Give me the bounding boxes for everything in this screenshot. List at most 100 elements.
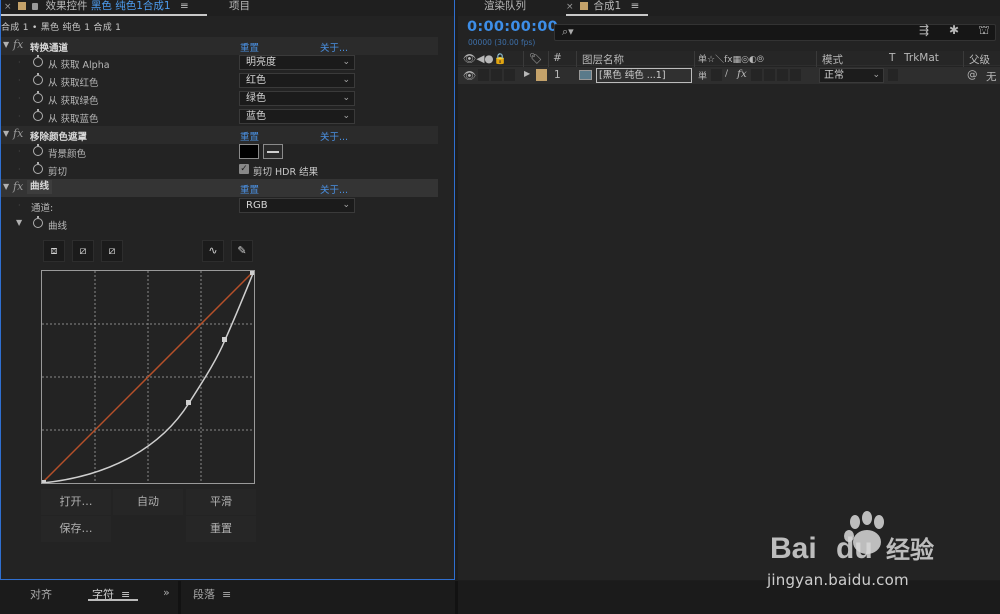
stopwatch-icon[interactable] [33, 91, 43, 103]
curve-endpoint[interactable] [250, 271, 254, 275]
reset-link[interactable]: 重置 [240, 40, 259, 54]
layer-adjustment-switch[interactable] [777, 69, 788, 81]
smooth-button[interactable]: 平滑 [186, 489, 256, 515]
collapse-triangle-icon[interactable]: ▼ [3, 129, 9, 138]
effect-header-channel-convert[interactable]: ▼ fx 转换通道 重置 关于... [1, 37, 438, 55]
curve-control-point[interactable] [222, 337, 227, 342]
prop-row-alpha: · 从 获取 Alpha 明亮度 ⌄ [1, 54, 438, 72]
red-source-dropdown[interactable]: 红色 ⌄ [239, 73, 355, 88]
lock-icon[interactable] [31, 2, 38, 10]
chevron-down-icon: ⌄ [342, 200, 350, 210]
baidu-jingyan-watermark-logo: Bai du 经验 [770, 511, 934, 565]
prop-label: 曲线 [48, 221, 68, 232]
dropdown-value: 明亮度 [246, 57, 276, 68]
layer-label-color[interactable] [536, 69, 547, 81]
paragraph-tab[interactable]: 段落 ≡ [193, 586, 231, 602]
comp-color-icon [579, 2, 588, 10]
channel-dropdown[interactable]: RGB ⌄ [239, 198, 355, 213]
open-button[interactable]: 打开… [41, 489, 111, 515]
prop-row-channel: · 通道: RGB ⌄ [1, 197, 438, 215]
fx-icon[interactable]: fx [13, 180, 23, 193]
tab-menu-icon[interactable]: ≡ [180, 0, 189, 12]
stopwatch-icon[interactable] [33, 55, 43, 67]
chevron-down-icon: ⌄ [872, 70, 880, 80]
stopwatch-icon[interactable] [33, 144, 43, 156]
layer-collapse-switch[interactable] [711, 69, 722, 81]
layer-row[interactable]: 👁 ▶ 1 [黑色 纯色 ...1] 単 / fx 正常 ⌄ @ 无 [458, 67, 1000, 84]
prop-label: 从 获取蓝色 [48, 114, 99, 125]
collapse-triangle-icon[interactable]: ▼ [16, 218, 22, 227]
reset-link[interactable]: 重置 [240, 129, 259, 143]
collapse-triangle-icon[interactable]: ▼ [3, 40, 9, 49]
layer-frame-blend-switch[interactable] [751, 69, 762, 81]
about-link[interactable]: 关于... [320, 40, 348, 54]
about-link[interactable]: 关于... [320, 182, 348, 196]
eyedropper-icon[interactable] [263, 144, 283, 159]
svg-text:du: du [836, 532, 873, 565]
layer-quality-switch[interactable]: / [725, 69, 728, 79]
preserve-transparency-switch[interactable] [888, 69, 898, 81]
layer-name-field[interactable]: [黑色 纯色 ...1] [596, 68, 692, 83]
stopwatch-icon[interactable] [33, 162, 43, 174]
render-queue-tab[interactable]: 渲染队列 [484, 0, 526, 16]
layer-3d-switch[interactable] [790, 69, 801, 81]
graph-size-medium-icon[interactable]: ⧄ [72, 240, 94, 262]
align-tab[interactable]: 对齐 [30, 586, 52, 602]
close-tab-icon[interactable]: × [566, 2, 574, 12]
tree-dot: · [18, 94, 21, 103]
lock-switch[interactable] [504, 69, 515, 81]
layer-motion-blur-switch[interactable] [764, 69, 775, 81]
chevron-down-icon: ⌄ [342, 57, 350, 67]
blue-source-dropdown[interactable]: 蓝色 ⌄ [239, 109, 355, 124]
graph-size-large-icon[interactable]: ⧄ [101, 240, 123, 262]
green-source-dropdown[interactable]: 绿色 ⌄ [239, 91, 355, 106]
effect-header-remove-matte[interactable]: ▼ fx 移除颜色遮罩 重置 关于... [1, 126, 438, 144]
effect-header-curves[interactable]: ▼ fx 曲线 重置 关于... [1, 179, 438, 197]
project-tab[interactable]: 项目 [229, 0, 250, 16]
close-tab-icon[interactable]: × [4, 2, 12, 12]
comp-flowchart-icon[interactable]: ⇶ [914, 23, 934, 43]
alpha-source-dropdown[interactable]: 明亮度 ⌄ [239, 55, 355, 70]
stopwatch-icon[interactable] [33, 73, 43, 85]
color-swatch[interactable] [239, 144, 259, 159]
solo-switch[interactable] [491, 69, 502, 81]
pencil-tool-icon[interactable]: ✎ [231, 240, 253, 262]
curve-endpoint[interactable] [42, 480, 46, 484]
parent-value[interactable]: 无 [986, 69, 997, 84]
collapse-triangle-icon[interactable]: ▼ [3, 182, 9, 191]
tree-dot: · [18, 165, 21, 174]
layer-shy-switch[interactable]: 単 [698, 69, 707, 82]
tab-menu-icon[interactable]: ≡ [631, 0, 640, 12]
reset-link[interactable]: 重置 [240, 182, 259, 196]
bezier-curve-tool-icon[interactable]: ∿ [202, 240, 224, 262]
stopwatch-icon[interactable] [33, 109, 43, 121]
expand-layer-triangle-icon[interactable]: ▶ [524, 69, 530, 78]
graph-size-small-icon[interactable]: ⧈ [43, 240, 65, 262]
prop-row-bg-color: · 背景颜色 [1, 143, 438, 161]
about-link[interactable]: 关于... [320, 129, 348, 143]
tab-menu-icon[interactable]: ≡ [222, 588, 231, 601]
stopwatch-icon[interactable] [33, 216, 43, 228]
clip-hdr-checkbox[interactable]: ✓ [239, 164, 249, 174]
audio-switch[interactable] [478, 69, 489, 81]
fx-icon[interactable]: fx [13, 127, 23, 140]
prop-label: 从 获取 Alpha [48, 60, 110, 71]
pickwhip-icon[interactable]: @ [967, 69, 978, 81]
reset-curve-button[interactable]: 重置 [186, 516, 256, 542]
curves-graph[interactable] [41, 270, 255, 484]
fx-icon[interactable]: fx [13, 38, 23, 51]
layer-fx-switch[interactable]: fx [737, 68, 747, 80]
shy-layers-icon[interactable]: ⛫ [974, 23, 994, 43]
blend-mode-dropdown[interactable]: 正常 ⌄ [819, 68, 884, 83]
curve-control-point[interactable] [186, 400, 191, 405]
video-visibility-icon[interactable]: 👁 [463, 69, 476, 82]
effect-name: 移除颜色遮罩 [30, 132, 88, 143]
save-button[interactable]: 保存… [41, 516, 111, 542]
col-trkmat: TrkMat [904, 52, 939, 64]
current-time-display[interactable]: 0:00:00:00 [467, 19, 558, 35]
col-layer-name[interactable]: 图层名称 [582, 52, 624, 67]
auto-button[interactable]: 自动 [113, 489, 183, 515]
panel-expand-icon[interactable]: » [163, 586, 170, 599]
timeline-tabbar: 渲染队列 × 合成1 ≡ [458, 0, 1000, 16]
draft-3d-icon[interactable]: ✱ [944, 23, 964, 43]
